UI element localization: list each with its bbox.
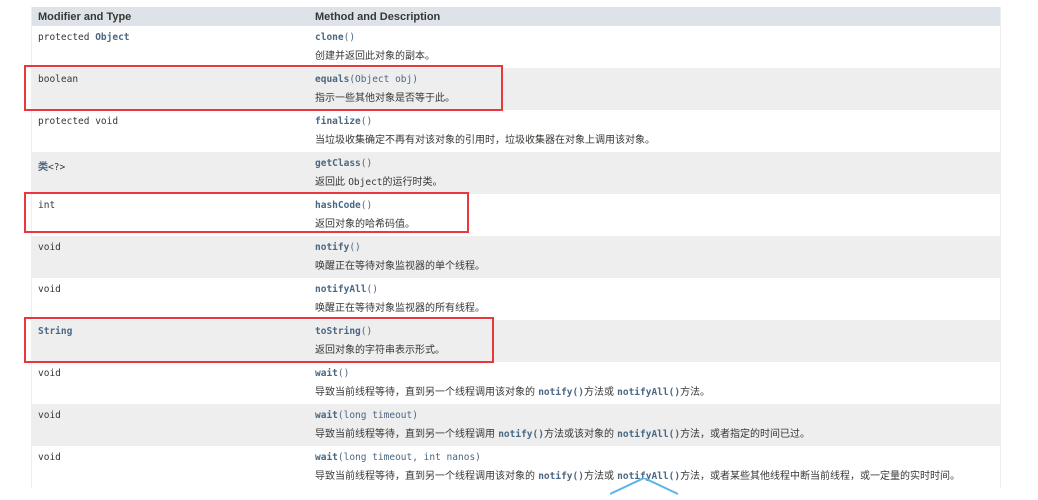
method-link-wait-timeout[interactable]: wait [315, 410, 338, 421]
method-summary-table: Modifier and Type Method and Description… [31, 7, 1001, 488]
method-link-notify[interactable]: notify [315, 242, 349, 253]
method-signature: notifyAll() [315, 284, 378, 295]
method-description: 导致当前线程等待，直到另一个线程调用该对象的 notify()方法或 notif… [315, 387, 711, 398]
method-link-wait[interactable]: wait [315, 368, 338, 379]
table-row: protected void finalize() 当垃圾收集确定不再有对该对象… [32, 110, 1000, 152]
modifier-type: String [38, 326, 72, 337]
table-row: void wait() 导致当前线程等待，直到另一个线程调用该对象的 notif… [32, 362, 1000, 404]
method-signature: toString() [315, 326, 373, 337]
table-row: void notifyAll() 唤醒正在等待对象监视器的所有线程。 [32, 278, 1000, 320]
method-description: 唤醒正在等待对象监视器的单个线程。 [315, 261, 485, 272]
modifier-type: boolean [38, 74, 79, 85]
modifier-type: 类<?> [38, 162, 66, 173]
method-signature: wait(long timeout) [315, 410, 418, 421]
method-link-clone[interactable]: clone [315, 32, 344, 43]
modifier-type: void [38, 368, 61, 379]
type-link-object[interactable]: Object [95, 32, 129, 43]
method-description: 返回此 Object的运行时类。 [315, 177, 443, 188]
method-link-wait-timeout-nanos[interactable]: wait [315, 452, 338, 463]
code-link-notify[interactable]: notify() [538, 387, 584, 398]
table-header: Modifier and Type Method and Description [32, 7, 1000, 26]
modifier-type: int [38, 200, 56, 211]
method-description: 返回对象的字符串表示形式。 [315, 345, 445, 356]
code-link-notifyall[interactable]: notifyAll() [617, 387, 680, 398]
method-signature: notify() [315, 242, 361, 253]
modifier-type: void [38, 242, 61, 253]
method-signature: getClass() [315, 158, 373, 169]
table-row: void notify() 唤醒正在等待对象监视器的单个线程。 [32, 236, 1000, 278]
table-row: void wait(long timeout) 导致当前线程等待，直到另一个线程… [32, 404, 1000, 446]
method-description: 当垃圾收集确定不再有对该对象的引用时，垃圾收集器在对象上调用该对象。 [315, 135, 655, 146]
column-header-method-description: Method and Description [315, 10, 441, 23]
table-row: void wait(long timeout, int nanos) 导致当前线… [32, 446, 1000, 488]
method-link-finalize[interactable]: finalize [315, 116, 361, 127]
method-signature: hashCode() [315, 200, 373, 211]
modifier-type: protected Object [38, 32, 130, 43]
method-description: 创建并返回此对象的副本。 [315, 51, 435, 62]
table-row: int hashCode() 返回对象的哈希码值。 [32, 194, 1000, 236]
method-signature: finalize() [315, 116, 373, 127]
type-link-class[interactable]: 类 [38, 162, 48, 173]
method-description: 返回对象的哈希码值。 [315, 219, 415, 230]
table-row: String toString() 返回对象的字符串表示形式。 [32, 320, 1000, 362]
method-description: 导致当前线程等待，直到另一个线程调用 notify()方法或该对象的 notif… [315, 429, 811, 440]
method-link-tostring[interactable]: toString [315, 326, 361, 337]
method-description: 指示一些其他对象是否等于此。 [315, 93, 455, 104]
modifier-type: void [38, 284, 61, 295]
method-link-getclass[interactable]: getClass [315, 158, 361, 169]
table-row: boolean equals(Object obj) 指示一些其他对象是否等于此… [32, 68, 1000, 110]
method-signature: wait(long timeout, int nanos) [315, 452, 481, 463]
code-link-notify[interactable]: notify() [538, 471, 584, 482]
method-signature: clone() [315, 32, 356, 43]
method-signature: wait() [315, 368, 350, 379]
method-signature: equals(Object obj) [315, 74, 418, 85]
column-header-modifier-type: Modifier and Type [38, 10, 132, 23]
method-link-hashcode[interactable]: hashCode [315, 200, 361, 211]
code-link-notify[interactable]: notify() [498, 429, 544, 440]
inline-code: Object [348, 177, 383, 188]
method-description: 唤醒正在等待对象监视器的所有线程。 [315, 303, 485, 314]
method-link-notifyall[interactable]: notifyAll [315, 284, 366, 295]
code-link-notifyall[interactable]: notifyAll() [617, 429, 680, 440]
table-row: 类<?> getClass() 返回此 Object的运行时类。 [32, 152, 1000, 194]
modifier-type: void [38, 410, 61, 421]
method-link-equals[interactable]: equals [315, 74, 349, 85]
type-link-string[interactable]: String [38, 326, 72, 337]
modifier-type: protected void [38, 116, 119, 127]
modifier-type: void [38, 452, 61, 463]
table-row: protected Object clone() 创建并返回此对象的副本。 [32, 26, 1000, 68]
